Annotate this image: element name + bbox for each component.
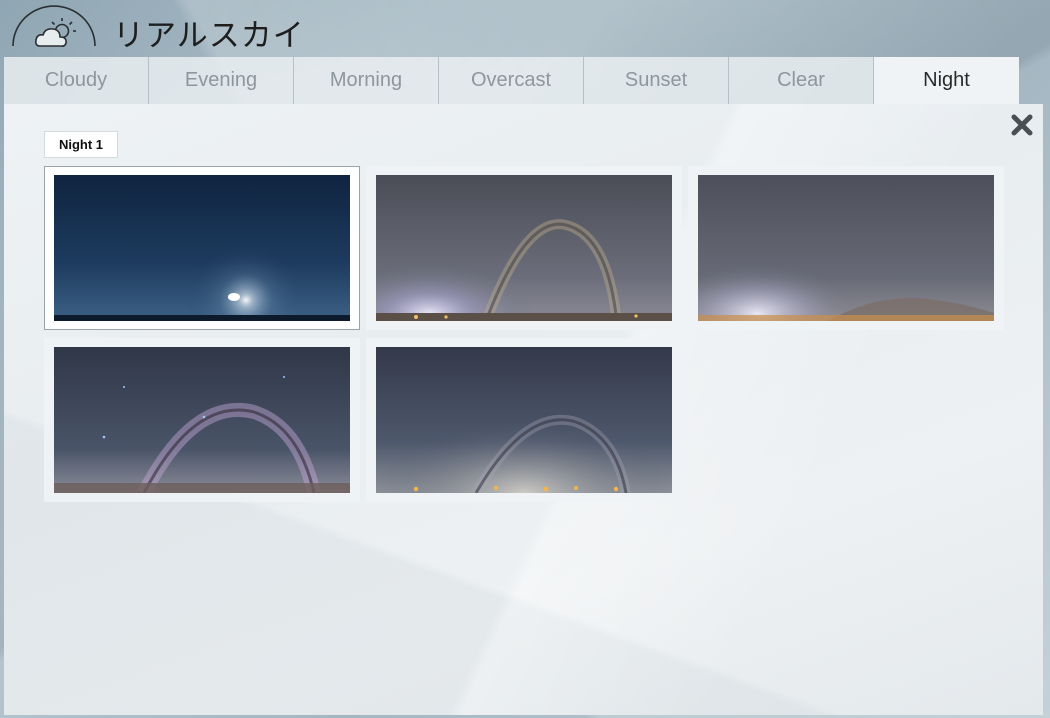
close-icon[interactable] bbox=[1008, 111, 1036, 139]
tab-overcast[interactable]: Overcast bbox=[439, 57, 584, 104]
tab-clear[interactable]: Clear bbox=[729, 57, 874, 104]
tab-night[interactable]: Night bbox=[874, 57, 1019, 104]
night-sky-clouds-horizon-thumbnail bbox=[698, 175, 994, 321]
category-tabs: Cloudy Evening Morning Overcast Sunset C… bbox=[4, 57, 1019, 104]
header: リアルスカイ bbox=[0, 0, 1050, 57]
tab-evening[interactable]: Evening bbox=[149, 57, 294, 104]
night-sky-milky-way-arc-thumbnail bbox=[376, 175, 672, 321]
night-sky-milky-way-purple-thumbnail bbox=[54, 347, 350, 493]
tab-sunset[interactable]: Sunset bbox=[584, 57, 729, 104]
subtab-night-1[interactable]: Night 1 bbox=[44, 131, 118, 158]
night-sky-blue-glow-thumbnail bbox=[54, 175, 350, 321]
thumbnail-card[interactable] bbox=[366, 166, 682, 330]
app-title: リアルスカイ bbox=[113, 18, 305, 54]
thumbnail-card[interactable] bbox=[366, 338, 682, 502]
thumbnail-card[interactable] bbox=[688, 166, 1004, 330]
thumbnail-card[interactable] bbox=[44, 166, 360, 330]
thumbnail-card[interactable] bbox=[44, 338, 360, 502]
tab-morning[interactable]: Morning bbox=[294, 57, 439, 104]
night-sky-milky-way-city-lights-thumbnail bbox=[376, 347, 672, 493]
tab-cloudy[interactable]: Cloudy bbox=[4, 57, 149, 104]
